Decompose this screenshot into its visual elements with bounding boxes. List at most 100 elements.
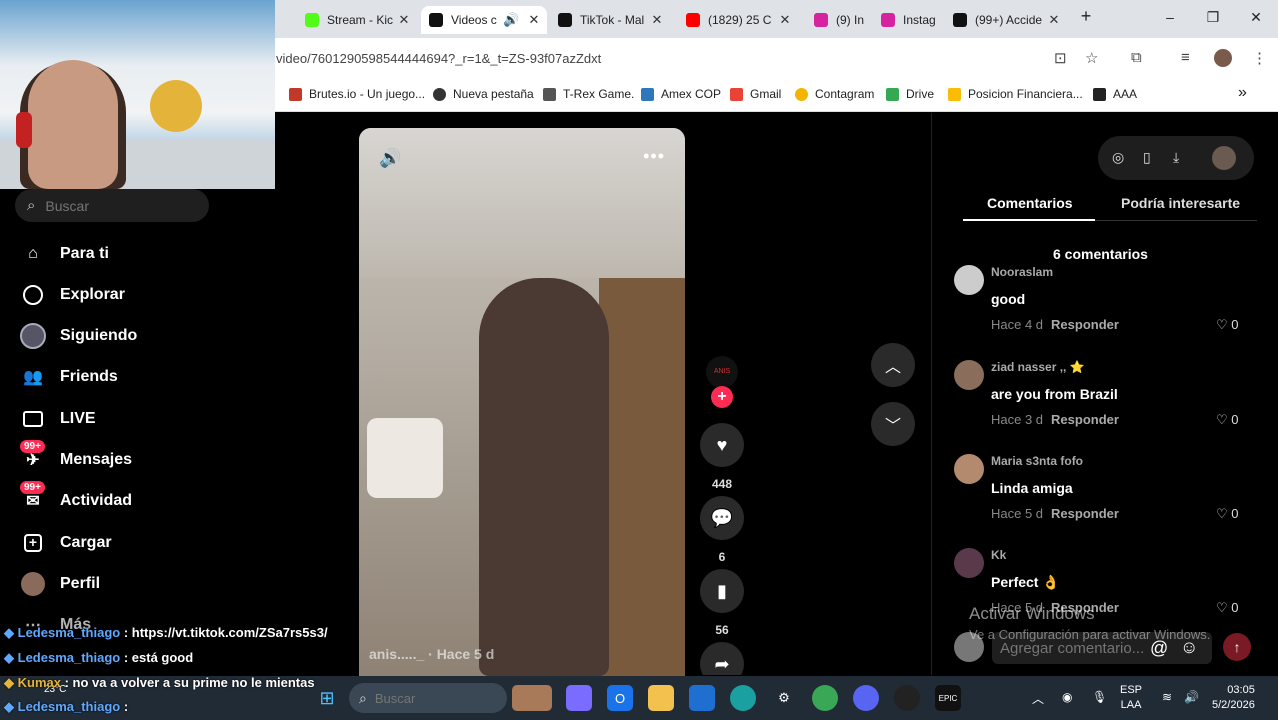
tab-comentarios[interactable]: Comentarios [987,195,1073,211]
url-field[interactable]: video/7601290598544444694?_r=1&_t=ZS-93f… [276,51,601,66]
nav-friends[interactable]: 👥 Friends [20,362,118,392]
tab-youtube[interactable]: (1829) 25 C ✕ [678,6,798,34]
reply-button[interactable]: Responder [1051,412,1119,427]
nav-mensajes[interactable]: ✈ 99+ Mensajes [20,440,132,475]
clock[interactable]: 03:05 5/2/2026 [1212,683,1255,713]
tray-chevron-icon[interactable]: ︿ [1032,690,1044,707]
send-arrow-icon[interactable]: ↑ [1223,633,1251,661]
bookmark-gmail[interactable]: Gmail [730,87,781,101]
close-tab-icon[interactable]: ✕ [650,12,664,28]
user-avatar-icon[interactable] [1212,146,1236,170]
explore-icon[interactable]: ◎ [1112,149,1124,166]
nav-para-ti[interactable]: ⌂ Para ti [20,239,109,269]
avatar[interactable] [954,548,984,578]
nav-cargar[interactable]: + Cargar [20,528,112,558]
app-icon[interactable] [894,685,920,711]
bookmark-trex[interactable]: T-Rex Game. [543,87,634,101]
comment-author[interactable]: Kk [991,548,1006,562]
tab-tiktok-accide[interactable]: (99+) Accide ✕ [945,6,1067,34]
tab-instagram-2[interactable]: Instag [873,6,941,34]
close-tab-icon[interactable]: ✕ [1047,12,1061,28]
previous-video-button[interactable]: ︿ [871,343,915,387]
widget-icon[interactable] [512,685,552,711]
minimize-button[interactable]: – [1160,9,1180,25]
bookmarks-overflow-icon[interactable]: » [1238,84,1247,102]
comment-author[interactable]: Maria s3nta fofo [991,454,1083,468]
wifi-icon[interactable]: ≋ [1162,690,1172,704]
close-tab-icon[interactable]: ✕ [527,12,541,28]
more-options-icon[interactable]: ••• [643,146,665,167]
phone-icon[interactable]: ▯ [1143,149,1151,166]
close-tab-icon[interactable]: ✕ [778,12,792,28]
reply-button[interactable]: Responder [1051,317,1119,332]
volume-icon[interactable]: 🔊 [1184,690,1199,704]
avatar[interactable] [954,454,984,484]
heart-icon[interactable]: ♥ [700,423,744,467]
epic-games-icon[interactable]: EPIC [935,685,961,711]
tab-instagram-1[interactable]: (9) In [806,6,870,34]
bookmark-aaa[interactable]: AAA [1093,87,1137,101]
comment-author[interactable]: ziad nasser ,, ⭐ [991,360,1085,374]
tab-kick[interactable]: Stream - Kic ✕ [297,6,417,34]
avatar[interactable] [954,265,984,295]
browser-menu-icon[interactable]: ⋮ [1252,49,1267,67]
search-box[interactable]: ⌕ [15,189,209,222]
file-explorer-icon[interactable] [648,685,674,711]
nav-actividad[interactable]: ✉ 99+ Actividad [20,481,132,516]
profile-avatar-icon[interactable] [1214,49,1232,67]
nav-perfil[interactable]: Perfil [20,569,100,599]
share-arrow-icon[interactable]: ➦ [700,642,744,675]
comment-action[interactable]: 💬 6 [700,496,744,564]
bookmark-posicion[interactable]: Posicion Financiera... [948,87,1083,101]
bookmark-drive[interactable]: Drive [886,87,934,101]
copilot-icon[interactable] [566,685,592,711]
volume-icon[interactable]: 🔊 [379,148,401,169]
chrome-icon[interactable] [812,685,838,711]
media-control-icon[interactable]: ≡ [1181,49,1190,66]
close-tab-icon[interactable]: ✕ [397,12,411,28]
microphone-icon[interactable]: 🎙 [1092,690,1107,704]
bookmark-icon[interactable]: ▮ [700,569,744,613]
bookmark-amex[interactable]: Amex COP [641,87,721,101]
maximize-button[interactable]: ❐ [1203,9,1223,26]
tab-tiktok-videos[interactable]: Videos c 🔊 ✕ [421,6,547,34]
nav-explorar[interactable]: Explorar [20,280,125,310]
save-action[interactable]: ▮ 56 [700,569,744,637]
tab-tiktok[interactable]: TikTok - Mal ✕ [550,6,670,34]
speaker-icon[interactable]: 🔊 [503,12,519,28]
comment-like[interactable]: ♡ 0 [1216,412,1239,428]
settings-gear-icon[interactable]: ⚙ [771,685,797,711]
comment-bubble-icon[interactable]: 💬 [700,496,744,540]
new-tab-button[interactable]: + [1076,6,1096,27]
language-indicator[interactable]: ESP LAA [1120,683,1142,713]
extensions-icon[interactable]: ⧉ [1131,49,1142,66]
discord-icon[interactable] [853,685,879,711]
follow-button[interactable]: + [711,386,733,408]
download-icon[interactable]: ⤓ [1173,149,1179,166]
next-video-button[interactable]: ﹀ [871,402,915,446]
reply-button[interactable]: Responder [1051,506,1119,521]
comment-author[interactable]: Nooraslam [991,265,1053,279]
store-icon[interactable] [689,685,715,711]
outlook-icon[interactable]: O [607,685,633,711]
nav-live[interactable]: LIVE [20,404,96,434]
search-input[interactable] [45,197,196,214]
bookmark-brutes[interactable]: Brutes.io - Un juego... [289,87,425,101]
install-app-icon[interactable]: ⊡ [1054,49,1067,67]
like-action[interactable]: ♥ 448 [700,423,744,491]
comment-like[interactable]: ♡ 0 [1216,317,1239,333]
taskbar-search[interactable]: ⌕ [349,683,507,713]
bookmark-nueva-pestana[interactable]: Nueva pestaña [433,87,534,101]
windows-start-icon[interactable]: ⊞ [314,685,340,711]
avatar[interactable] [954,360,984,390]
tab-podria-interesarte[interactable]: Podría interesarte [1121,195,1240,211]
share-action[interactable]: ➦ [700,642,744,675]
video-player[interactable]: 🔊 ••• anis....._ · Hace 5 d [359,128,685,676]
comment-like[interactable]: ♡ 0 [1216,600,1239,616]
bookmark-star-icon[interactable]: ☆ [1085,49,1098,67]
creator-avatar[interactable]: ANIS [706,356,738,388]
taskbar-search-input[interactable] [374,690,485,706]
nav-siguiendo[interactable]: Siguiendo [20,321,137,351]
comment-like[interactable]: ♡ 0 [1216,506,1239,522]
edge-icon[interactable] [730,685,756,711]
